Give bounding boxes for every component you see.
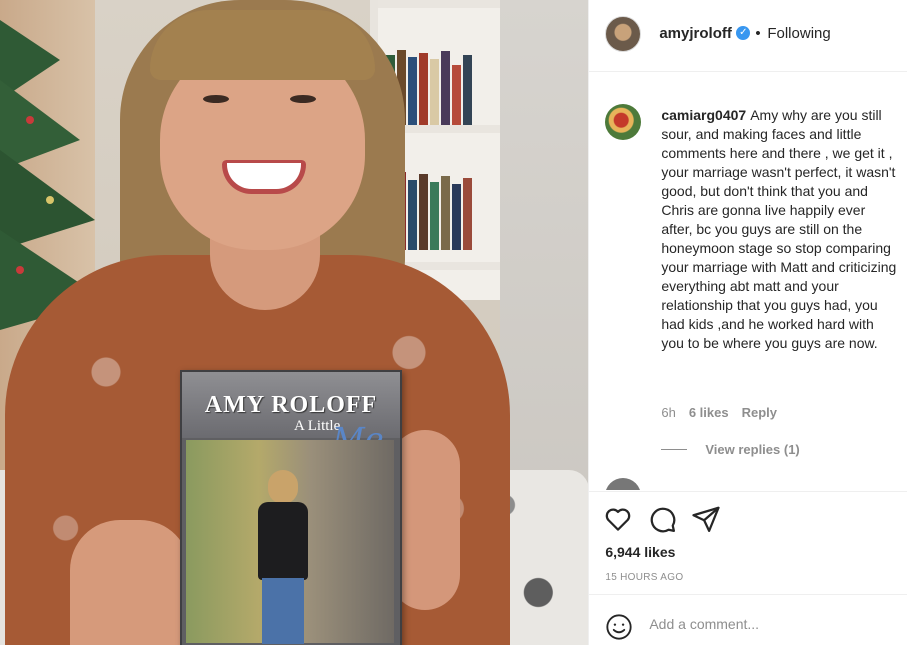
post-photo[interactable]: AMY ROLOFF A Little Me (0, 0, 589, 645)
book-title: AMY ROLOFF (204, 392, 378, 418)
comment-likes[interactable]: 6 likes (689, 405, 729, 420)
instagram-post-view: AMY ROLOFF A Little Me amyjroloff ✓ • Fo… (0, 0, 907, 645)
heart-icon[interactable] (603, 504, 633, 534)
comment-meta: 6h 6 likes Reply (661, 405, 777, 420)
author-avatar[interactable] (605, 16, 642, 52)
book-cover: AMY ROLOFF A Little Me (180, 370, 402, 645)
post-timestamp[interactable]: 15 HOURS AGO (605, 572, 683, 583)
comment-text: Amy why are you still sour, and making f… (661, 107, 897, 351)
emoji-icon[interactable] (605, 613, 633, 641)
header-separator: • (755, 25, 761, 42)
add-comment-bar: Add a comment... (589, 594, 907, 646)
post-header: amyjroloff ✓ • Following (589, 0, 907, 72)
author-username[interactable]: amyjroloff (659, 25, 732, 42)
person-bangs (150, 10, 375, 80)
verified-badge-icon: ✓ (736, 26, 751, 40)
person-hand-left (70, 520, 190, 645)
share-icon[interactable] (691, 504, 721, 534)
commenter-username[interactable]: camiarg0407 (661, 107, 746, 123)
comment-icon[interactable] (647, 504, 677, 534)
person-eye-left (203, 95, 229, 103)
view-replies-button[interactable]: View replies (1) (661, 442, 800, 457)
commenter-avatar[interactable] (605, 104, 642, 140)
comment-input[interactable]: Add a comment... (649, 616, 759, 632)
comment-body: camiarg0407 Amy why are you still sour, a… (661, 106, 897, 353)
post-sidebar: amyjroloff ✓ • Following camiarg0407 Amy … (588, 0, 907, 645)
likes-count[interactable]: 6,944 likes (605, 544, 675, 560)
person-eye-right (290, 95, 316, 103)
book-cover-photo (186, 440, 394, 645)
book-cover-figure (248, 470, 318, 645)
comment-age[interactable]: 6h (661, 405, 675, 420)
post-actions: 6,944 likes 15 HOURS AGO (589, 491, 907, 594)
reply-button[interactable]: Reply (742, 405, 777, 420)
next-commenter-avatar (605, 478, 642, 490)
view-replies-label: View replies (1) (705, 442, 800, 457)
following-button[interactable]: Following (767, 25, 830, 42)
comments-list[interactable]: camiarg0407 Amy why are you still sour, a… (589, 72, 907, 490)
replies-divider (661, 449, 688, 450)
